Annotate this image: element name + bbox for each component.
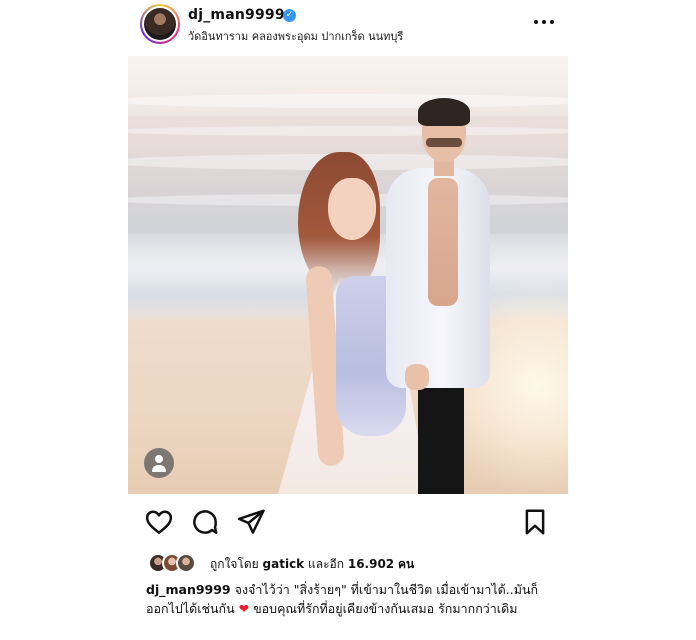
tagged-users-icon[interactable] [144,448,174,478]
paper-plane-icon[interactable] [236,507,266,537]
likes-user[interactable]: gatick [263,557,305,571]
post-header: dj_man9999 ✓ วัดอินทาราม คลองพระอุดม ปาก… [128,0,568,50]
likes-summary[interactable]: ถูกใจโดย gatick และอีก 16.902 คน [148,553,568,575]
instagram-post: dj_man9999 ✓ วัดอินทาราม คลองพระอุดม ปาก… [128,0,568,640]
likes-middle: และอีก [308,557,345,571]
likes-text: ถูกใจโดย gatick และอีก 16.902 คน [210,555,414,574]
heart-outline-icon[interactable] [144,507,174,537]
more-options-icon[interactable] [532,10,556,34]
liker-avatar [176,553,196,573]
avatar[interactable] [140,4,180,44]
likes-count[interactable]: 16.902 [348,557,394,571]
post-location[interactable]: วัดอินทาราม คลองพระอุดม ปากเกร็ด นนทบุรี [188,27,403,45]
heart-emoji-icon: ❤ [238,601,250,616]
likes-prefix: ถูกใจโดย [210,557,259,571]
comment-bubble-icon[interactable] [190,507,220,537]
bookmark-icon[interactable] [520,507,550,537]
post-caption: dj_man9999 จงจำไว้ว่า "สิ่งร้ายๆ" ที่เข้… [146,580,554,618]
likes-suffix: คน [397,557,415,571]
post-actions [128,505,568,545]
verified-badge-icon: ✓ [283,9,296,22]
post-photo[interactable] [128,56,568,494]
caption-username[interactable]: dj_man9999 [146,582,231,597]
caption-text-part2: ขอบคุณที่รักที่อยู่เคียงข้างกันเสมอ รักม… [253,601,518,616]
post-username[interactable]: dj_man9999 [188,7,285,23]
